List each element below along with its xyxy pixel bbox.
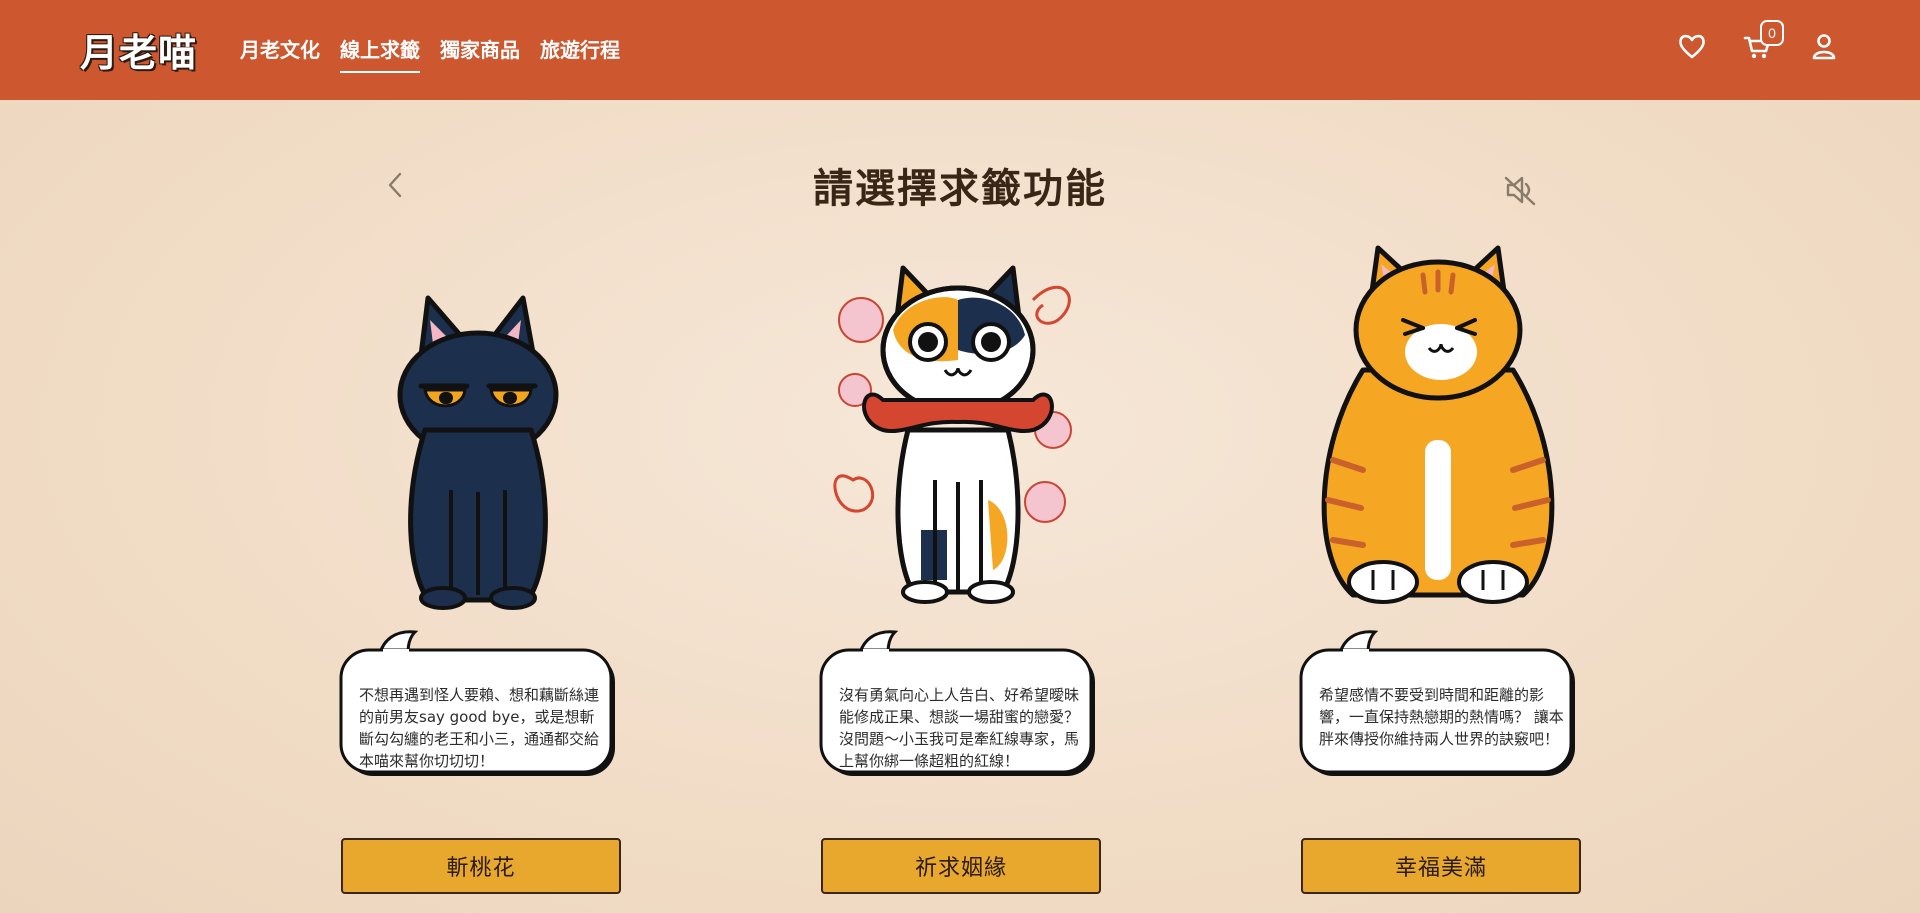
pray-for-marriage-button[interactable]: 祈求姻緣 [821, 838, 1101, 894]
main-nav: 月老文化 線上求籤 獨家商品 旅遊行程 [240, 34, 620, 73]
black-cat-illustration [333, 230, 623, 610]
speech-bubble: 希望感情不要受到時間和距離的影響，一直保持熱戀期的熱情嗎？ 讓本胖來傳授你維持兩… [1299, 630, 1579, 780]
nav-item-tours[interactable]: 旅遊行程 [540, 34, 620, 73]
happy-marriage-button[interactable]: 幸福美滿 [1301, 838, 1581, 894]
fortune-card-break-up: 不想再遇到怪人要賴、想和藕斷絲連的前男友say good bye，或是想斬斷勾勾… [333, 230, 623, 900]
speech-bubble: 沒有勇氣向心上人告白、好希望曖昧能修成正果、想談一場甜蜜的戀愛？沒問題～小玉我可… [819, 630, 1099, 780]
nav-item-products[interactable]: 獨家商品 [440, 34, 520, 73]
fortune-card-marriage: 沒有勇氣向心上人告白、好希望曖昧能修成正果、想談一場甜蜜的戀愛？沒問題～小玉我可… [813, 230, 1103, 900]
fortune-card-happiness: 希望感情不要受到時間和距離的影響，一直保持熱戀期的熱情嗎？ 讓本胖來傳授你維持兩… [1293, 230, 1583, 900]
site-logo[interactable]: 月老喵 [80, 22, 197, 75]
top-navbar: 月老喵 月老文化 線上求籤 獨家商品 旅遊行程 0 [0, 0, 1920, 100]
heart-icon[interactable] [1676, 30, 1708, 62]
nav-item-online-fortune[interactable]: 線上求籤 [340, 34, 420, 73]
volume-mute-icon[interactable] [1500, 170, 1540, 210]
page-title: 請選擇求籤功能 [813, 165, 1107, 212]
cart-icon[interactable]: 0 [1742, 20, 1784, 62]
card-description: 希望感情不要受到時間和距離的影響，一直保持熱戀期的熱情嗎？ 讓本胖來傳授你維持兩… [1319, 686, 1564, 748]
cart-count-badge: 0 [1760, 20, 1784, 46]
user-icon[interactable] [1808, 30, 1840, 62]
header-icons: 0 [1676, 20, 1840, 62]
orange-tabby-cat-illustration [1293, 230, 1583, 610]
calico-cat-illustration [813, 230, 1103, 610]
nav-item-culture[interactable]: 月老文化 [240, 34, 320, 73]
card-description: 不想再遇到怪人要賴、想和藕斷絲連的前男友say good bye，或是想斬斷勾勾… [359, 686, 600, 770]
break-peach-blossom-button[interactable]: 斬桃花 [341, 838, 621, 894]
card-description: 沒有勇氣向心上人告白、好希望曖昧能修成正果、想談一場甜蜜的戀愛？沒問題～小玉我可… [839, 686, 1080, 770]
speech-bubble: 不想再遇到怪人要賴、想和藕斷絲連的前男友say good bye，或是想斬斷勾勾… [339, 630, 619, 780]
